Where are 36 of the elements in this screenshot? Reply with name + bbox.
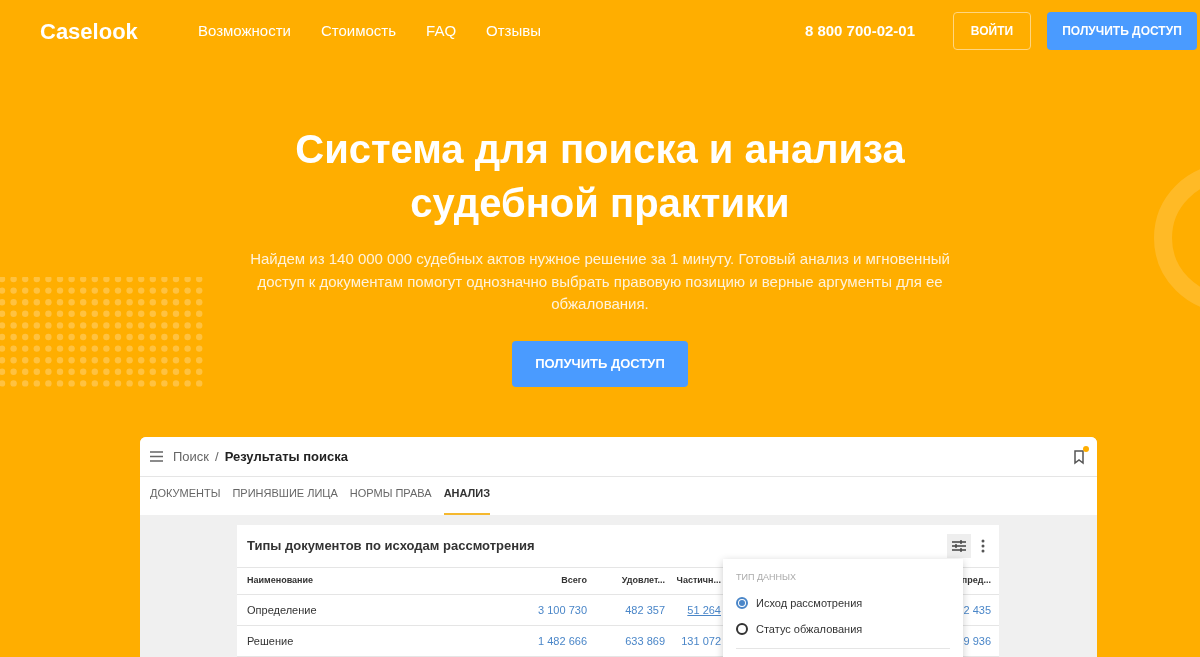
menu-icon[interactable] bbox=[150, 451, 163, 462]
bookmark-icon[interactable] bbox=[1073, 448, 1087, 465]
table-cell-text: Определение bbox=[247, 602, 318, 618]
sliders-icon bbox=[952, 540, 966, 552]
column-header: Всего bbox=[560, 574, 587, 588]
breadcrumb-separator: / bbox=[215, 447, 219, 466]
tab[interactable]: АНАЛИЗ bbox=[443, 484, 491, 515]
radio-button[interactable] bbox=[736, 623, 748, 636]
table-cell[interactable]: 51 264 bbox=[665, 601, 721, 619]
column-header: Удовлет... bbox=[620, 574, 665, 588]
tab[interactable]: НОРМЫ ПРАВА bbox=[349, 484, 432, 515]
hero-description: Найдем из 140 000 000 судебных актов нужное решение за 1 минуту. Готовый анализ и мгновенный доступ к документам помогут однозначно выбрать правовую позицию и верные аргументы для ее обжалования. bbox=[249, 249, 951, 314]
table-cell[interactable]: 131 072 bbox=[665, 632, 721, 650]
card-title: Типы документов по исходам рассмотрения bbox=[247, 537, 535, 556]
table-cell[interactable]: 9 936 bbox=[961, 632, 991, 650]
table-cell[interactable]: 3 100 730 bbox=[497, 601, 587, 619]
radio-option[interactable]: Статус обжалования bbox=[736, 621, 950, 638]
radio-button[interactable] bbox=[736, 596, 748, 609]
hero-title: Система для поиска и анализа судебной практики bbox=[295, 126, 905, 227]
tab[interactable]: ДОКУМЕНТЫ bbox=[150, 484, 221, 515]
breadcrumb-link[interactable]: Поиск bbox=[173, 446, 210, 467]
column-header: Наименование bbox=[247, 574, 315, 588]
breadcrumb-current: Результаты поиска bbox=[224, 447, 348, 466]
more-options-icon[interactable] bbox=[981, 539, 985, 553]
filter-settings-button[interactable] bbox=[947, 534, 971, 558]
radio-option[interactable]: Исход рассмотрения bbox=[736, 594, 950, 611]
table-cell-text: Решение bbox=[247, 633, 295, 649]
column-header: Частичн... bbox=[675, 574, 721, 588]
table-cell[interactable]: 2 435 bbox=[961, 601, 991, 619]
get-access-button[interactable]: ПОЛУЧИТЬ ДОСТУП bbox=[512, 340, 688, 387]
table-cell[interactable]: 1 482 666 bbox=[497, 632, 587, 650]
table-cell[interactable]: 482 357 bbox=[587, 601, 665, 619]
get-access-button[interactable]: ПОЛУЧИТЬ ДОСТУП bbox=[1047, 12, 1197, 50]
table-cell[interactable]: 633 869 bbox=[587, 632, 665, 650]
tab[interactable]: ПРИНЯВШИЕ ЛИЦА bbox=[232, 484, 338, 515]
dropdown-heading: ТИП ДАННЫХ bbox=[736, 571, 797, 584]
